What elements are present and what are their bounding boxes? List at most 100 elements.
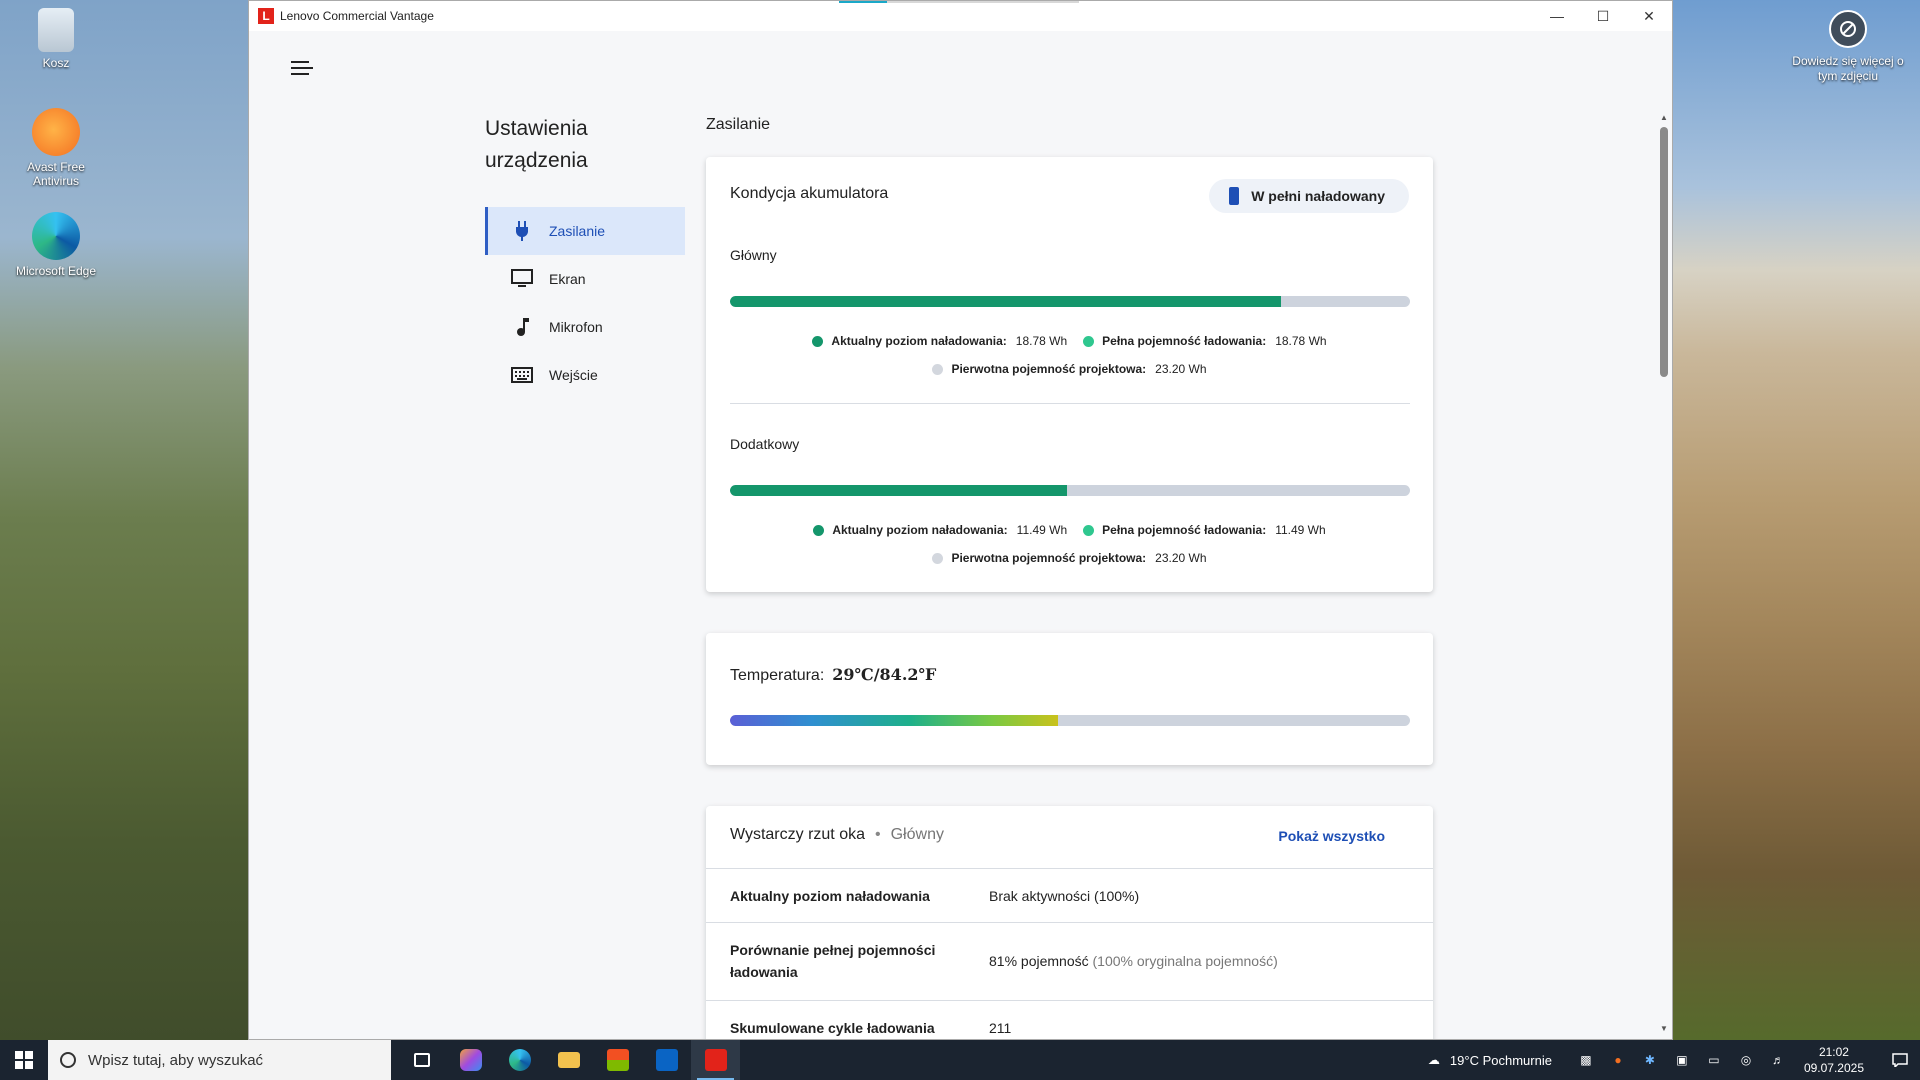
edge-icon bbox=[508, 1049, 531, 1071]
title-bar[interactable]: L Lenovo Commercial Vantage — ☐ ✕ bbox=[249, 1, 1672, 31]
vertical-scrollbar[interactable]: ▲ ▼ bbox=[1660, 113, 1668, 1033]
legend-design-label: Pierwotna pojemność projektowa: bbox=[951, 551, 1147, 565]
learn-more-about-photo[interactable]: Dowiedz się więcej o tym zdjęciu bbox=[1788, 10, 1908, 84]
row-value: 211 bbox=[989, 1017, 1011, 1039]
row-value: Brak aktywności (100%) bbox=[989, 885, 1139, 907]
glance-separator: • bbox=[875, 826, 881, 843]
taskbar-file-explorer[interactable] bbox=[544, 1040, 593, 1080]
show-all-link[interactable]: Pokaż wszystko bbox=[1278, 828, 1385, 844]
row-key: Aktualny poziom naładowania bbox=[730, 888, 930, 904]
defender-icon[interactable]: ▩ bbox=[1577, 1051, 1595, 1069]
sidebar-item-zasilanie[interactable]: Zasilanie bbox=[485, 207, 685, 255]
taskbar-lenovo-vantage[interactable] bbox=[691, 1040, 740, 1080]
battery-icon[interactable]: ▭ bbox=[1705, 1051, 1723, 1069]
minimize-button[interactable]: — bbox=[1534, 1, 1580, 31]
sidebar-item-label: Zasilanie bbox=[549, 223, 606, 239]
scroll-down-icon[interactable]: ▼ bbox=[1660, 1024, 1668, 1033]
avast-tray-icon[interactable]: ● bbox=[1609, 1051, 1627, 1069]
desktop-icon-avast[interactable]: Avast Free Antivirus bbox=[6, 108, 106, 188]
maximize-button[interactable]: ☐ bbox=[1580, 1, 1626, 31]
close-button[interactable]: ✕ bbox=[1626, 1, 1672, 31]
clock-time: 21:02 bbox=[1818, 1045, 1849, 1059]
app-window: L Lenovo Commercial Vantage — ☐ ✕ Ustawi… bbox=[248, 0, 1673, 1040]
desktop-icon-label: Kosz bbox=[42, 56, 70, 70]
recycle-bin-icon bbox=[38, 8, 74, 52]
table-row: Aktualny poziom naładowania Brak aktywno… bbox=[706, 868, 1433, 922]
row-value-text: 211 bbox=[989, 1020, 1012, 1036]
row-value-text: 81% pojemność bbox=[989, 953, 1089, 969]
taskbar-outlook[interactable] bbox=[642, 1040, 691, 1080]
scrollbar-thumb[interactable] bbox=[1660, 127, 1668, 377]
lenovo-logo-icon bbox=[704, 1049, 727, 1071]
clock[interactable]: 21:02 09.07.2025 bbox=[1804, 1044, 1864, 1076]
notification-icon[interactable] bbox=[1880, 1053, 1920, 1067]
sidebar-item-label: Mikrofon bbox=[549, 319, 603, 335]
taskbar-search[interactable]: Wpisz tutaj, aby wyszukać bbox=[48, 1040, 391, 1080]
battery-health-card: Kondycja akumulatora W pełni naładowany … bbox=[706, 157, 1433, 592]
edge-icon bbox=[32, 212, 80, 260]
folder-icon bbox=[557, 1052, 580, 1068]
legend-dot-design bbox=[932, 363, 944, 375]
plug-icon bbox=[511, 220, 533, 242]
system-tray: ☁ 19°C Pochmurnie ▩ ● ✱ ▣ ▭ ◎ ♬ 21:02 09… bbox=[1418, 1040, 1920, 1080]
glance-title: Wystarczy rzut oka bbox=[730, 826, 865, 843]
battery-secondary-bar bbox=[730, 485, 1410, 496]
battery-divider bbox=[730, 403, 1410, 404]
battery-secondary-bar-fill bbox=[730, 485, 1067, 496]
store-icon bbox=[606, 1049, 629, 1071]
camera-icon bbox=[1829, 10, 1867, 48]
avast-icon bbox=[32, 108, 80, 156]
battery-card-title: Kondycja akumulatora bbox=[730, 185, 889, 202]
legend-current-value: 11.49 Wh bbox=[1016, 523, 1068, 537]
battery-charging-icon bbox=[1229, 187, 1240, 205]
network-icon[interactable]: ◎ bbox=[1737, 1051, 1755, 1069]
legend-dot-full bbox=[1083, 335, 1095, 347]
scroll-up-icon[interactable]: ▲ bbox=[1660, 113, 1668, 122]
task-view-icon bbox=[413, 1053, 430, 1067]
legend-current-label: Aktualny poziom naładowania: bbox=[831, 334, 1007, 348]
sidebar-item-mikrofon[interactable]: Mikrofon bbox=[485, 303, 685, 351]
taskbar-store[interactable] bbox=[593, 1040, 642, 1080]
battery-main-label: Główny bbox=[730, 247, 777, 263]
row-value-text: Brak aktywności (100%) bbox=[989, 888, 1140, 904]
desktop-wallpaper-right bbox=[1673, 0, 1920, 1040]
legend-dot-design bbox=[932, 552, 944, 564]
sidebar-title: Ustawienia urządzenia bbox=[485, 117, 588, 172]
weather-widget[interactable]: ☁ 19°C Pochmurnie bbox=[1418, 1051, 1552, 1069]
legend-current-value: 18.78 Wh bbox=[1015, 334, 1068, 348]
taskbar: Wpisz tutaj, aby wyszukać ☁ 19°C Pochmur… bbox=[0, 1040, 1920, 1080]
desktop-icon-recycle-bin[interactable]: Kosz bbox=[6, 8, 106, 70]
legend-design-value: 23.20 Wh bbox=[1155, 551, 1207, 565]
status-badge-label: W pełni naładowany bbox=[1251, 188, 1385, 204]
windows-logo-icon bbox=[15, 1051, 33, 1069]
battery-main-bar-fill bbox=[730, 296, 1281, 307]
legend-full-label: Pełna pojemność ładowania: bbox=[1102, 334, 1267, 348]
outlook-icon bbox=[655, 1049, 678, 1071]
temperature-card: Temperatura: 29℃/84.2℉ bbox=[706, 633, 1433, 765]
bluetooth-icon[interactable]: ✱ bbox=[1641, 1051, 1659, 1069]
sidebar-item-ekran[interactable]: Ekran bbox=[485, 255, 685, 303]
sidebar-item-label: Wejście bbox=[549, 367, 598, 383]
search-icon bbox=[60, 1052, 76, 1068]
start-button[interactable] bbox=[0, 1040, 48, 1080]
copilot-icon bbox=[459, 1049, 482, 1071]
battery-main-bar bbox=[730, 296, 1410, 307]
at-a-glance-card: Wystarczy rzut oka • Główny Pokaż wszyst… bbox=[706, 806, 1433, 1039]
battery-main-legend: Aktualny poziom naładowania: 18.78 Wh Peł… bbox=[706, 327, 1433, 383]
taskbar-copilot[interactable] bbox=[446, 1040, 495, 1080]
meet-icon[interactable]: ▣ bbox=[1673, 1051, 1691, 1069]
row-value-muted: (100% oryginalna pojemność) bbox=[1092, 953, 1278, 969]
legend-current-label: Aktualny poziom naładowania: bbox=[832, 523, 1008, 537]
hamburger-menu-icon[interactable] bbox=[291, 61, 313, 77]
sidebar-item-wejscie[interactable]: Wejście bbox=[485, 351, 685, 399]
volume-icon[interactable]: ♬ bbox=[1769, 1051, 1787, 1069]
music-note-icon bbox=[511, 316, 533, 338]
temperature-bar bbox=[730, 715, 1410, 726]
battery-secondary-legend: Aktualny poziom naładowania: 11.49 Wh Peł… bbox=[706, 516, 1433, 572]
glance-subtitle: Główny bbox=[890, 826, 944, 843]
desktop-icon-label: Avast Free Antivirus bbox=[27, 160, 85, 188]
settings-nav: Zasilanie Ekran Mikrofon Wejście bbox=[485, 207, 685, 399]
task-view-button[interactable] bbox=[397, 1040, 446, 1080]
taskbar-edge[interactable] bbox=[495, 1040, 544, 1080]
desktop-icon-edge[interactable]: Microsoft Edge bbox=[6, 212, 106, 278]
